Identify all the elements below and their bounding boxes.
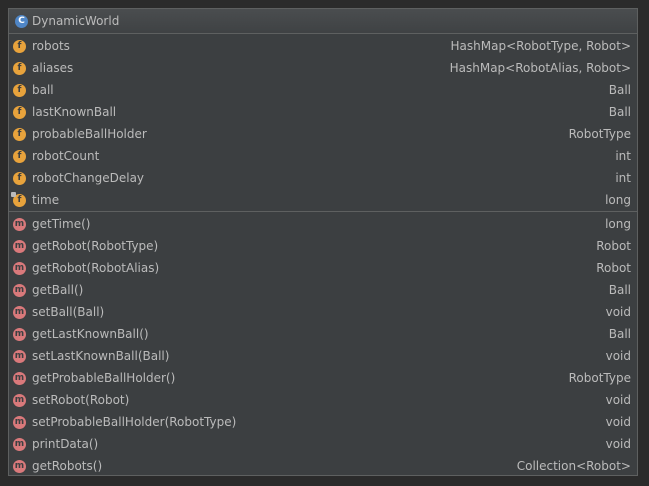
method-icon: m [13, 393, 26, 407]
field-type: int [615, 171, 631, 185]
field-row[interactable]: f robotChangeDelay int [9, 167, 637, 189]
fields-section: f robots HashMap<RobotType, Robot> f ali… [9, 34, 637, 211]
method-type: RobotType [568, 371, 631, 385]
method-name: getBall() [32, 283, 84, 297]
class-diagram-node[interactable]: C DynamicWorld f robots HashMap<RobotTyp… [8, 8, 638, 476]
method-row[interactable]: m setRobot(Robot) void [9, 389, 637, 411]
method-name: getRobot(RobotType) [32, 239, 159, 253]
method-type: long [605, 217, 631, 231]
field-locked-icon: f [11, 191, 26, 207]
method-name: setProbableBallHolder(RobotType) [32, 415, 237, 429]
method-name: setRobot(Robot) [32, 393, 130, 407]
class-name: DynamicWorld [32, 14, 120, 28]
field-name: probableBallHolder [32, 127, 147, 141]
field-icon: f [13, 39, 26, 53]
field-name: robots [32, 39, 70, 53]
field-name: lastKnownBall [32, 105, 117, 119]
method-type: void [605, 349, 631, 363]
method-type: Robot [596, 239, 631, 253]
method-type: void [605, 415, 631, 429]
method-name: getRobot(RobotAlias) [32, 261, 160, 275]
method-name: printData() [32, 437, 99, 451]
field-name: aliases [32, 61, 74, 75]
method-icon: m [13, 349, 26, 363]
class-header[interactable]: C DynamicWorld [9, 9, 637, 34]
method-name: getRobots() [32, 459, 103, 473]
field-icon: f [13, 83, 26, 97]
field-row[interactable]: f probableBallHolder RobotType [9, 123, 637, 145]
method-name: getProbableBallHolder() [32, 371, 176, 385]
method-type: void [605, 437, 631, 451]
field-name: time [32, 193, 60, 207]
method-row[interactable]: m getRobot(RobotType) Robot [9, 235, 637, 257]
field-type: Ball [608, 105, 631, 119]
field-type: int [615, 149, 631, 163]
method-row[interactable]: m getTime() long [9, 213, 637, 235]
field-icon: f [13, 149, 26, 163]
method-row[interactable]: m setBall(Ball) void [9, 301, 637, 323]
field-row[interactable]: f time long [9, 189, 637, 211]
method-type: Collection<Robot> [516, 459, 631, 473]
method-icon: m [13, 459, 26, 473]
field-type: Ball [608, 83, 631, 97]
lock-badge-icon [11, 191, 16, 197]
field-icon: f [13, 61, 26, 75]
method-row[interactable]: m setProbableBallHolder(RobotType) void [9, 411, 637, 433]
method-type: void [605, 305, 631, 319]
method-icon: m [13, 239, 26, 253]
method-row[interactable]: m getProbableBallHolder() RobotType [9, 367, 637, 389]
field-icon: f [13, 127, 26, 141]
method-type: void [605, 393, 631, 407]
field-icon: f [13, 171, 26, 185]
field-row[interactable]: f lastKnownBall Ball [9, 101, 637, 123]
method-icon: m [13, 305, 26, 319]
method-icon: m [13, 283, 26, 297]
method-row[interactable]: m printData() void [9, 433, 637, 455]
method-type: Ball [608, 283, 631, 297]
methods-section: m getTime() long m getRobot(RobotType) R… [9, 212, 637, 477]
field-row[interactable]: f robotCount int [9, 145, 637, 167]
method-row[interactable]: m getLastKnownBall() Ball [9, 323, 637, 345]
method-name: getLastKnownBall() [32, 327, 149, 341]
field-type: long [605, 193, 631, 207]
field-name: robotCount [32, 149, 100, 163]
field-type: RobotType [568, 127, 631, 141]
method-name: getTime() [32, 217, 91, 231]
field-row[interactable]: f ball Ball [9, 79, 637, 101]
field-row[interactable]: f robots HashMap<RobotType, Robot> [9, 35, 637, 57]
field-icon: f [13, 105, 26, 119]
field-name: robotChangeDelay [32, 171, 145, 185]
field-row[interactable]: f aliases HashMap<RobotAlias, Robot> [9, 57, 637, 79]
method-name: setBall(Ball) [32, 305, 105, 319]
method-row[interactable]: m setLastKnownBall(Ball) void [9, 345, 637, 367]
method-row[interactable]: m getRobot(RobotAlias) Robot [9, 257, 637, 279]
method-icon: m [13, 371, 26, 385]
method-row[interactable]: m getRobots() Collection<Robot> [9, 455, 637, 477]
method-icon: m [13, 217, 26, 231]
method-icon: m [13, 261, 26, 275]
method-name: setLastKnownBall(Ball) [32, 349, 170, 363]
method-icon: m [13, 437, 26, 451]
class-icon: C [15, 14, 28, 28]
method-type: Ball [608, 327, 631, 341]
field-type: HashMap<RobotAlias, Robot> [449, 61, 631, 75]
method-row[interactable]: m getBall() Ball [9, 279, 637, 301]
method-icon: m [13, 415, 26, 429]
method-type: Robot [596, 261, 631, 275]
field-type: HashMap<RobotType, Robot> [450, 39, 631, 53]
method-icon: m [13, 327, 26, 341]
field-name: ball [32, 83, 54, 97]
